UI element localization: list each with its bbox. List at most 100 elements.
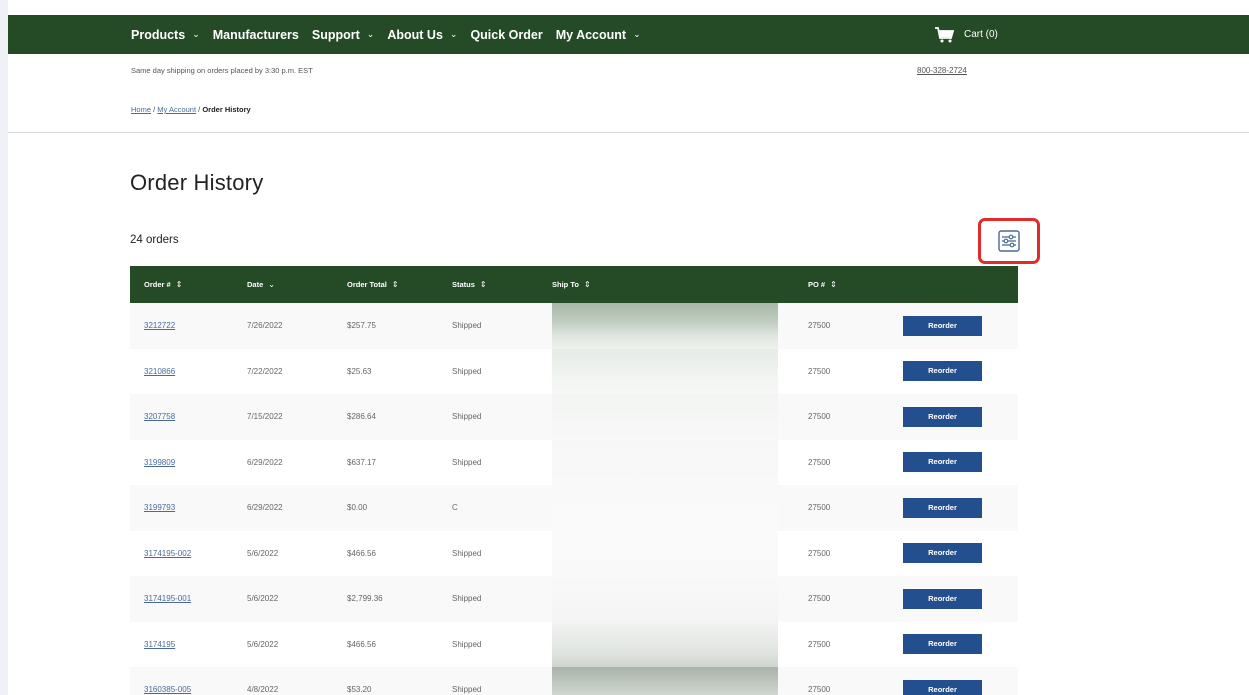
- reorder-button[interactable]: Reorder: [903, 406, 982, 427]
- chevron-down-icon: ⌄: [268, 280, 275, 289]
- order-total-cell: $0.00: [347, 503, 368, 513]
- phone-link[interactable]: 800-328-2724: [917, 66, 967, 75]
- sort-icon: ⇕: [391, 280, 399, 289]
- nav-item-quick-order[interactable]: Quick Order: [470, 28, 542, 42]
- status-cell: Shipped: [452, 457, 482, 467]
- date-cell: 6/29/2022: [247, 457, 283, 467]
- date-cell: 7/22/2022: [247, 366, 283, 376]
- order-number-link[interactable]: 3160385-005: [144, 685, 191, 694]
- cart-link[interactable]: Cart (0): [934, 15, 998, 54]
- actions-cell: Reorder: [903, 679, 1018, 695]
- order-total-cell: $257.75: [347, 321, 376, 331]
- order-total-cell: $466.56: [347, 548, 376, 558]
- header-status[interactable]: Status ⇕: [452, 280, 552, 289]
- nav-item-support[interactable]: Support ⌄: [312, 28, 374, 42]
- nav-item-products[interactable]: Products ⌄: [131, 28, 200, 42]
- order-total-cell: $637.17: [347, 457, 376, 467]
- order-number-link[interactable]: 3199793: [144, 503, 175, 512]
- nav-item-about-us[interactable]: About Us ⌄: [387, 28, 457, 42]
- main-nav: Products ⌄ Manufacturers Support ⌄ About Us ⌄ Q…: [131, 15, 654, 54]
- reorder-button[interactable]: Reorder: [903, 543, 982, 564]
- ship-to-cell: [552, 439, 808, 485]
- order-number-cell: 3174195-001: [130, 594, 247, 603]
- nav-item-manufacturers[interactable]: Manufacturers: [213, 28, 299, 42]
- ship-to-cell: [552, 394, 808, 440]
- date-cell: 7/15/2022: [247, 412, 283, 422]
- reorder-button[interactable]: Reorder: [903, 452, 982, 473]
- cart-icon: [935, 26, 955, 42]
- actions-cell: Reorder: [903, 361, 1018, 382]
- table-row: 3199793 6/29/2022 $0.00 C 27500 Reorder: [130, 485, 1018, 531]
- reorder-button[interactable]: Reorder: [903, 361, 982, 382]
- page-title: Order History: [130, 170, 264, 195]
- nav-item-my-account[interactable]: My Account ⌄: [556, 28, 641, 42]
- order-number-link[interactable]: 3174195-001: [144, 594, 191, 603]
- redacted-address: [552, 348, 778, 394]
- po-number-cell: 27500: [808, 321, 831, 331]
- redacted-address: [552, 621, 778, 667]
- status-cell: C: [452, 503, 458, 513]
- ship-to-cell: [552, 667, 808, 695]
- redacted-address: [552, 530, 778, 576]
- order-total-cell: $25.63: [347, 366, 372, 376]
- table-body: 3212722 7/26/2022 $257.75 Shipped 27500 Reord…: [130, 303, 1018, 695]
- table-row: 3207758 7/15/2022 $286.64 Shipped 27500 Reord…: [130, 394, 1018, 440]
- po-number-cell: 27500: [808, 503, 831, 513]
- ship-to-cell: [552, 348, 808, 394]
- table-row: 3199809 6/29/2022 $637.17 Shipped 27500 Reord…: [130, 439, 1018, 485]
- order-number-link[interactable]: 3207758: [144, 412, 175, 421]
- breadcrumb-current: Order History: [202, 105, 251, 114]
- po-number-cell: 27500: [808, 639, 831, 649]
- order-number-link[interactable]: 3174195-002: [144, 549, 191, 558]
- redacted-address: [552, 485, 778, 531]
- column-settings-button[interactable]: [978, 218, 1040, 264]
- reorder-button[interactable]: Reorder: [903, 315, 982, 336]
- table-header: Order # ⇕ Date ⌄ Order Total ⇕ Status ⇕ Ship…: [130, 266, 1018, 303]
- header-po-number[interactable]: PO # ⇕: [808, 280, 903, 289]
- reorder-button[interactable]: Reorder: [903, 679, 982, 695]
- order-total-cell: $466.56: [347, 639, 376, 649]
- breadcrumb-home[interactable]: Home: [131, 105, 151, 114]
- table-row: 3174195-002 5/6/2022 $466.56 Shipped 27500 Re…: [130, 530, 1018, 576]
- status-cell: Shipped: [452, 685, 482, 695]
- reorder-button[interactable]: Reorder: [903, 497, 982, 518]
- breadcrumb-my-account[interactable]: My Account: [157, 105, 196, 114]
- date-cell: 7/26/2022: [247, 321, 283, 331]
- nav-item-label: Manufacturers: [212, 27, 299, 42]
- page: Products ⌄ Manufacturers Support ⌄ About Us ⌄ Q…: [8, 0, 1249, 695]
- sort-icon: ⇕: [583, 280, 591, 289]
- reorder-button[interactable]: Reorder: [903, 588, 982, 609]
- ship-to-cell: [552, 621, 808, 667]
- order-number-link[interactable]: 3212722: [144, 321, 175, 330]
- order-number-cell: 3210866: [130, 367, 247, 376]
- header-date[interactable]: Date ⌄: [247, 280, 347, 289]
- reorder-button[interactable]: Reorder: [903, 634, 982, 655]
- order-count: 24 orders: [130, 234, 179, 246]
- ship-to-cell: [552, 485, 808, 531]
- status-cell: Shipped: [452, 412, 482, 422]
- order-number-link[interactable]: 3210866: [144, 367, 175, 376]
- order-number-cell: 3199793: [130, 503, 247, 512]
- po-number-cell: 27500: [808, 412, 831, 422]
- table-row: 3174195-001 5/6/2022 $2,799.36 Shipped 27500…: [130, 576, 1018, 622]
- header-order-total[interactable]: Order Total ⇕: [347, 280, 452, 289]
- order-number-cell: 3207758: [130, 412, 247, 421]
- header-ship-to[interactable]: Ship To ⇕: [552, 280, 808, 289]
- order-number-cell: 3160385-005: [130, 685, 247, 694]
- sort-icon: ⇕: [175, 280, 183, 289]
- status-cell: Shipped: [452, 639, 482, 649]
- order-number-cell: 3174195-002: [130, 549, 247, 558]
- chevron-down-icon: ⌄: [449, 29, 458, 39]
- header-order-number[interactable]: Order # ⇕: [130, 280, 247, 289]
- order-number-link[interactable]: 3199809: [144, 458, 175, 467]
- ship-to-cell: [552, 303, 808, 349]
- date-cell: 5/6/2022: [247, 548, 279, 558]
- status-cell: Shipped: [452, 548, 482, 558]
- actions-cell: Reorder: [903, 497, 1018, 518]
- status-cell: Shipped: [452, 366, 482, 376]
- redacted-address: [552, 303, 778, 349]
- ship-to-cell: [552, 530, 808, 576]
- chevron-down-icon: ⌄: [366, 29, 375, 39]
- nav-item-label: Products: [131, 27, 186, 42]
- order-number-link[interactable]: 3174195: [144, 640, 175, 649]
